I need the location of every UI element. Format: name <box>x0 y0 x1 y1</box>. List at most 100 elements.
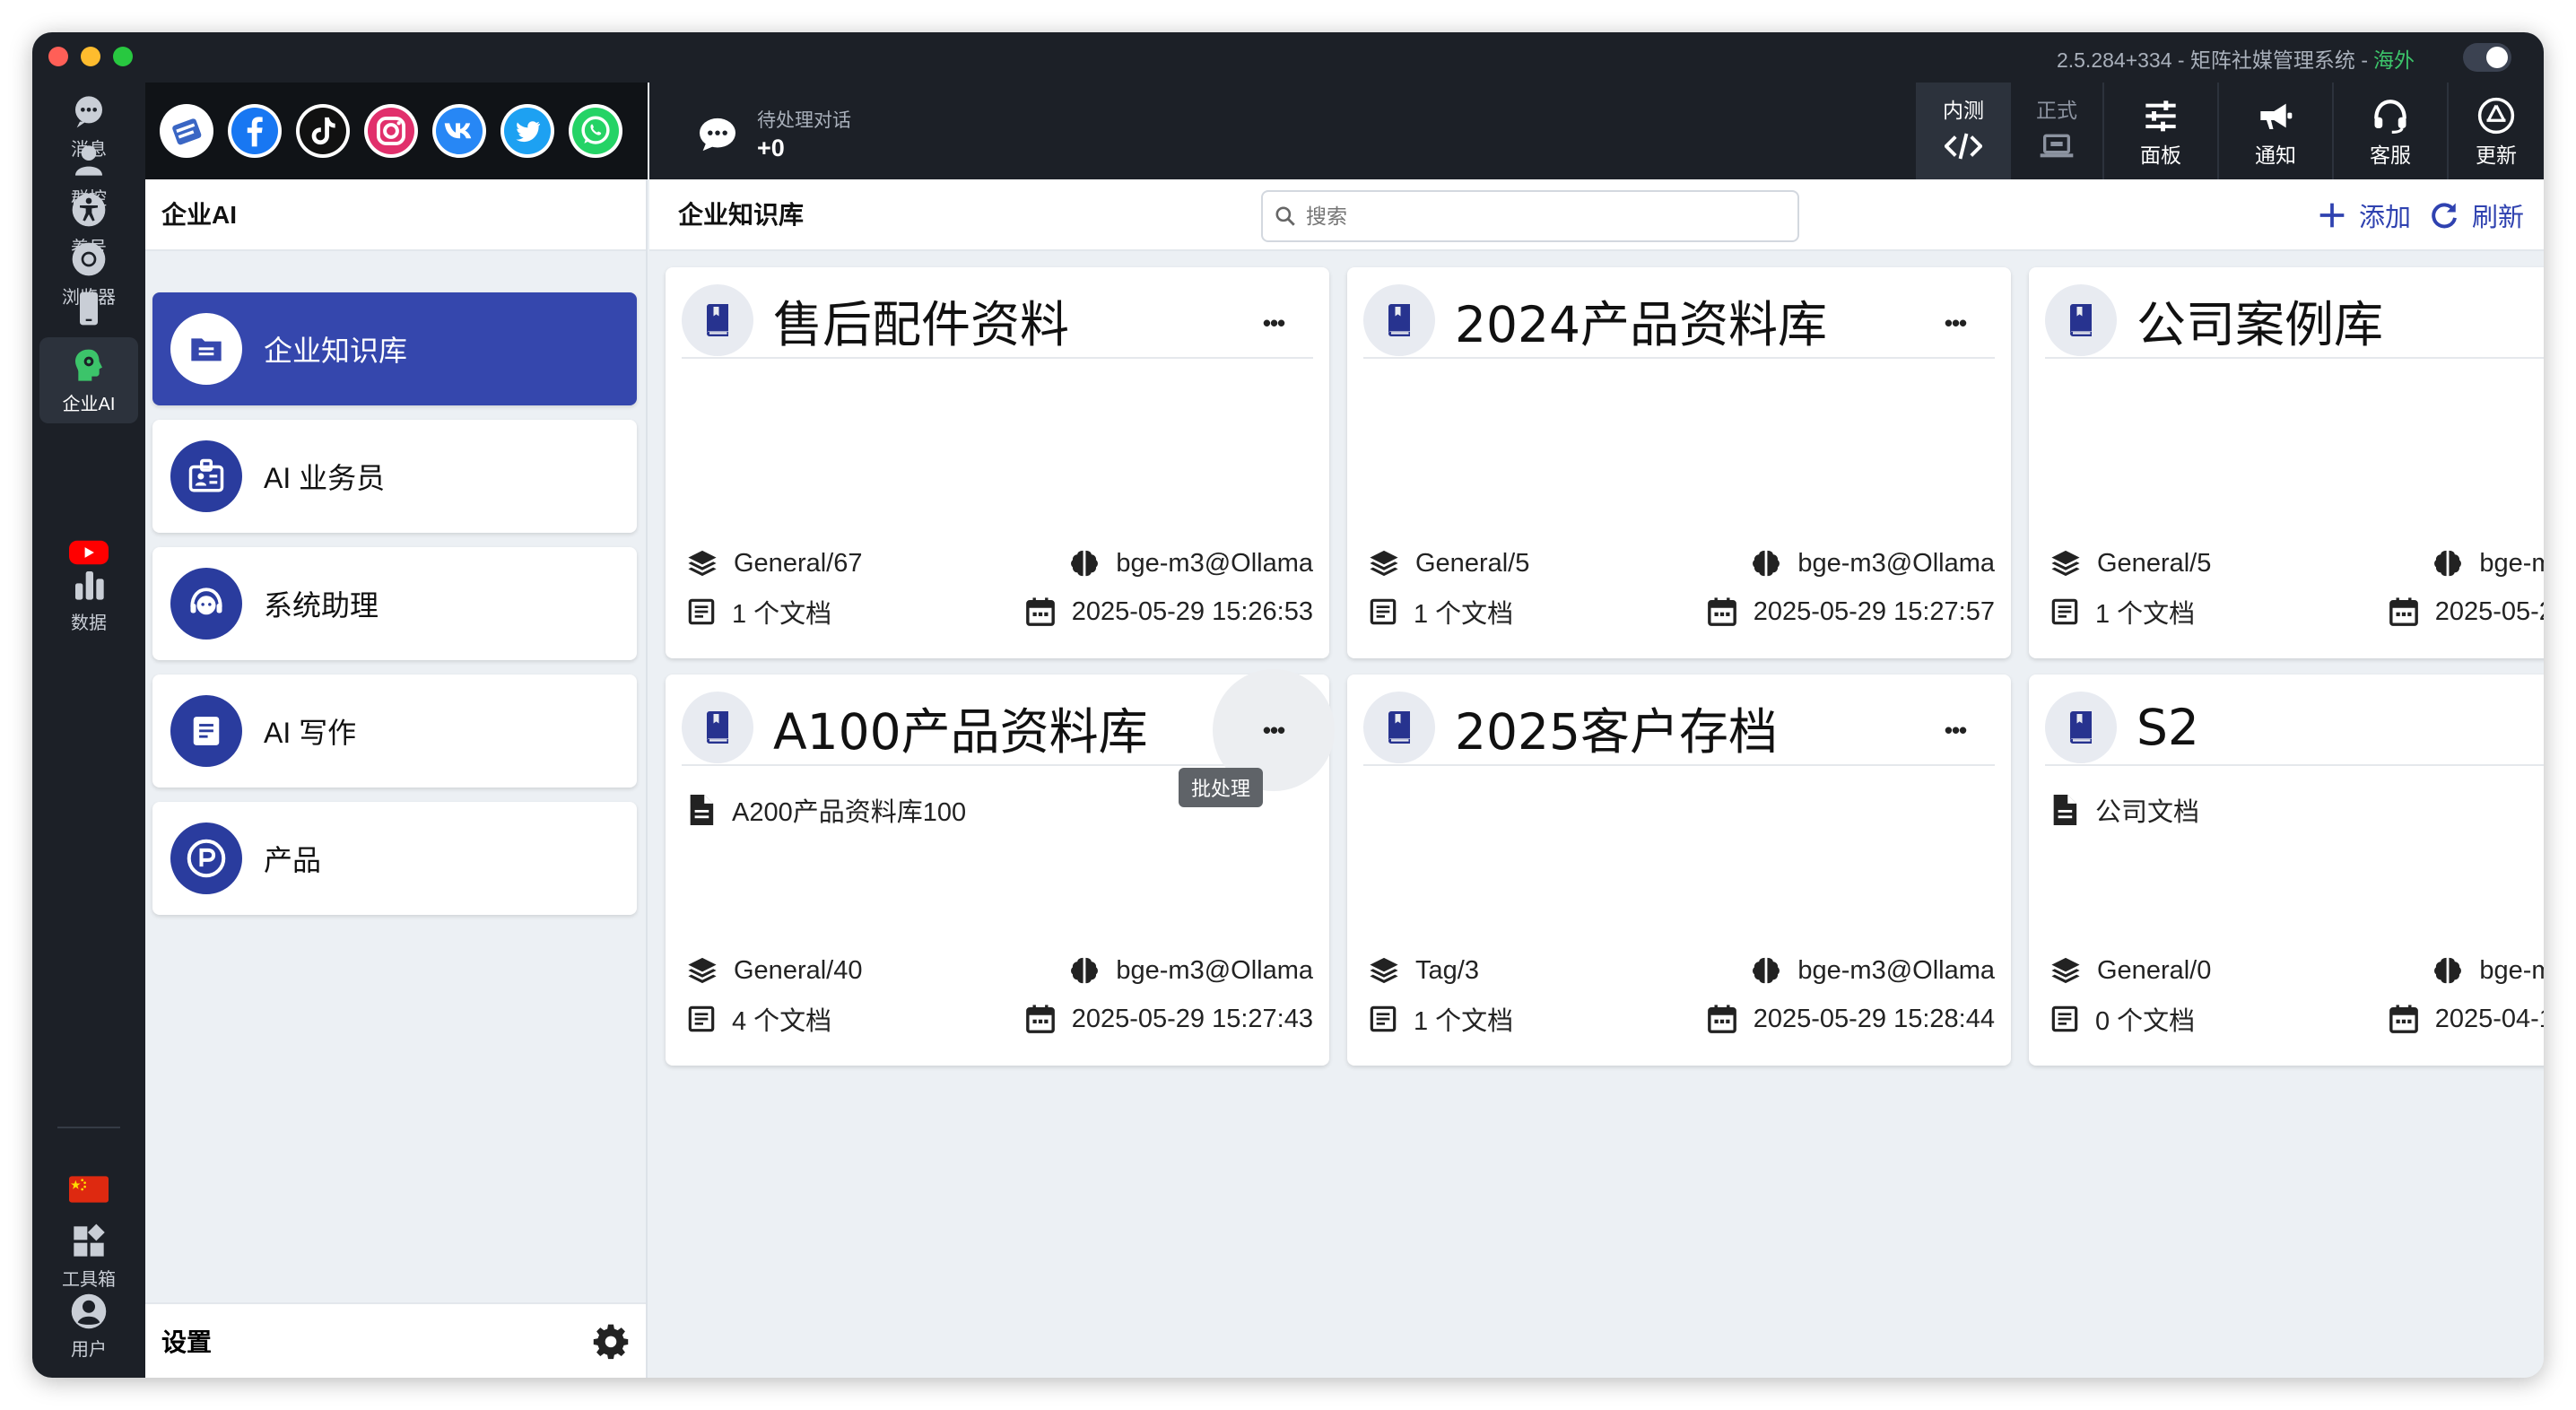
card-meta-row: General/0 bge-m3@Ollama <box>2050 953 2544 988</box>
panel-button[interactable]: 面板 <box>2102 83 2217 179</box>
dataset-text: General/67 <box>734 548 863 578</box>
sidebar-item-ai-salesperson[interactable]: AI 业务员 <box>152 420 637 533</box>
batch-process-tooltip: 批处理 <box>1179 768 1264 807</box>
more-horizontal-icon: ••• <box>1944 716 1967 744</box>
sidebar-item-label: 系统助理 <box>264 589 379 622</box>
knowledge-base-card[interactable]: A100产品资料库 ••• 批处理 A200产品资料库100 General/40 b… <box>666 669 1335 1066</box>
knowledge-base-card[interactable]: S2 ••• 公司文档General/0bge-m3@Ollama0 个文档20… <box>2029 675 2544 1066</box>
sidebar-item-product[interactable]: 产品 <box>152 802 637 915</box>
settings-bar[interactable]: 设置 <box>145 1302 646 1378</box>
doc-count-info: 1 个文档 <box>687 593 831 631</box>
knowledge-base-card[interactable]: 2024产品资料库 ••• General/5 bge-m3@Ollama 1 个文… <box>1347 267 2011 658</box>
date-text: 2025-05-29 15:28:15 <box>2434 596 2544 626</box>
add-button[interactable]: 添加 <box>2318 179 2411 251</box>
close-window-button[interactable] <box>48 47 68 66</box>
doc-count-text: 1 个文档 <box>1414 600 1514 629</box>
doc-count-info: 1 个文档 <box>2050 593 2195 631</box>
book-icon <box>2045 692 2117 763</box>
more-options-button[interactable]: ••• <box>1928 296 1982 350</box>
sidebar-item-knowledge-base[interactable]: 企业知识库 <box>152 292 637 405</box>
dataset-info: General/67 <box>687 548 863 579</box>
vk-icon[interactable] <box>432 104 486 158</box>
layers-icon <box>687 955 718 986</box>
whatsapp-icon[interactable] <box>569 104 622 158</box>
nav-data[interactable]: 数据 <box>39 556 138 642</box>
calendar-icon <box>1025 596 1056 627</box>
refresh-icon <box>2429 200 2459 231</box>
more-options-button[interactable]: ••• <box>1247 296 1301 350</box>
doc-count-info: 0 个文档 <box>2050 1000 2195 1038</box>
card-meta-row: Tag/3 bge-m3@Ollama <box>1369 953 1995 988</box>
card-description: 公司文档 <box>2050 791 2199 829</box>
dataset-info: General/0 <box>2050 955 2211 986</box>
model-info: bge-m3@Ollama <box>2432 548 2544 579</box>
dataset-text: General/0 <box>2097 955 2212 985</box>
twitter-icon[interactable] <box>500 104 554 158</box>
card-meta-row: General/5 bge-m3@Ollama <box>1369 545 1995 581</box>
update-button[interactable]: 更新 <box>2447 83 2544 179</box>
pending-count: +0 <box>757 135 785 161</box>
model-text: bge-m3@Ollama <box>2479 955 2544 985</box>
doc-count-text: 1 个文档 <box>2095 600 2196 629</box>
refresh-button[interactable]: 刷新 <box>2429 179 2524 251</box>
env-beta-button[interactable]: 内测 <box>1916 83 2009 179</box>
dataset-text: General/5 <box>1415 548 1530 578</box>
calendar-icon <box>1707 1004 1737 1034</box>
card-header: 公司案例库 <box>2045 283 2544 359</box>
knowledge-base-card[interactable]: 公司案例库 ••• General/5bge-m3@Ollama1 个文档202… <box>2029 267 2544 658</box>
nav-label: 用户 <box>71 1339 107 1360</box>
tiktok-icon[interactable] <box>296 104 350 158</box>
pending-conversations[interactable]: 待处理对话 +0 <box>698 106 851 162</box>
model-info: bge-m3@Ollama <box>1751 955 1995 986</box>
env-production-button[interactable]: 正式 <box>2009 83 2102 179</box>
version-label: 2.5.284+334 - 矩阵社媒管理系统 - <box>2056 48 2368 72</box>
support-button[interactable]: 客服 <box>2332 83 2447 179</box>
dataset-info: General/5 <box>1369 548 1529 579</box>
date-info: 2025-04-14 09:57:52 <box>2389 1004 2544 1034</box>
sidebar-item-system-assistant[interactable]: 系统助理 <box>152 547 637 660</box>
bar-chart-icon <box>69 565 109 605</box>
nav-user[interactable]: 用户 <box>39 1283 138 1369</box>
card-meta-row: 1 个文档 2025-05-29 15:28:15 <box>2050 594 2544 630</box>
search-input[interactable] <box>1306 204 1772 229</box>
file-text-icon <box>2050 795 2077 825</box>
date-info: 2025-05-29 15:27:43 <box>1025 1004 1313 1034</box>
more-horizontal-icon: ••• <box>1944 309 1967 336</box>
date-info: 2025-05-29 15:27:57 <box>1707 596 1995 627</box>
accessibility-icon <box>69 190 109 230</box>
instagram-icon[interactable] <box>364 104 418 158</box>
knowledge-base-card[interactable]: 售后配件资料 ••• General/67 bge-m3@Ollama 1 个文档 2… <box>666 267 1329 658</box>
card-header: 2025客户存档 <box>1363 691 1995 766</box>
megaphone-icon <box>2257 93 2294 138</box>
top-bar: 待处理对话 +0 内测 正式 面板 通知 客服 更新 <box>649 83 2544 179</box>
nav-label: 企业AI <box>62 394 116 414</box>
maximize-window-button[interactable] <box>113 47 133 66</box>
theme-toggle[interactable] <box>2463 43 2511 72</box>
more-horizontal-icon: ••• <box>1262 716 1285 744</box>
brain-icon <box>2432 955 2463 986</box>
book-icon <box>682 692 753 763</box>
knowledge-base-card[interactable]: 2025客户存档 ••• Tag/3 bge-m3@Ollama 1 个文档 2025… <box>1347 675 2011 1066</box>
minimize-window-button[interactable] <box>81 47 100 66</box>
sidebar-item-ai-writing[interactable]: AI 写作 <box>152 675 637 788</box>
doc-count-text: 0 个文档 <box>2095 1007 2196 1036</box>
more-options-button[interactable]: ••• <box>1928 703 1982 757</box>
gear-icon[interactable] <box>592 1322 630 1360</box>
card-meta-row: 1 个文档 2025-05-29 15:28:44 <box>1369 1001 1995 1037</box>
china-flag-icon <box>69 1170 109 1209</box>
notify-button[interactable]: 通知 <box>2217 83 2332 179</box>
dataset-info: General/5 <box>2050 548 2211 579</box>
brain-icon <box>1069 548 1100 579</box>
headset-icon <box>2371 93 2409 138</box>
facebook-icon[interactable] <box>228 104 282 158</box>
card-meta-row: General/40 bge-m3@Ollama <box>687 953 1313 988</box>
model-text: bge-m3@Ollama <box>1797 955 1995 985</box>
search-box[interactable] <box>1261 190 1799 242</box>
laptop-icon <box>2039 124 2075 169</box>
nav-enterprise-ai[interactable]: 企业AI <box>39 337 138 423</box>
telegram-icon[interactable] <box>160 104 213 158</box>
region-tag: 海外 <box>2373 48 2415 72</box>
document-lines-icon <box>1369 597 1397 626</box>
more-horizontal-icon: ••• <box>1262 309 1285 336</box>
card-description: A200产品资料库100 <box>687 791 966 829</box>
